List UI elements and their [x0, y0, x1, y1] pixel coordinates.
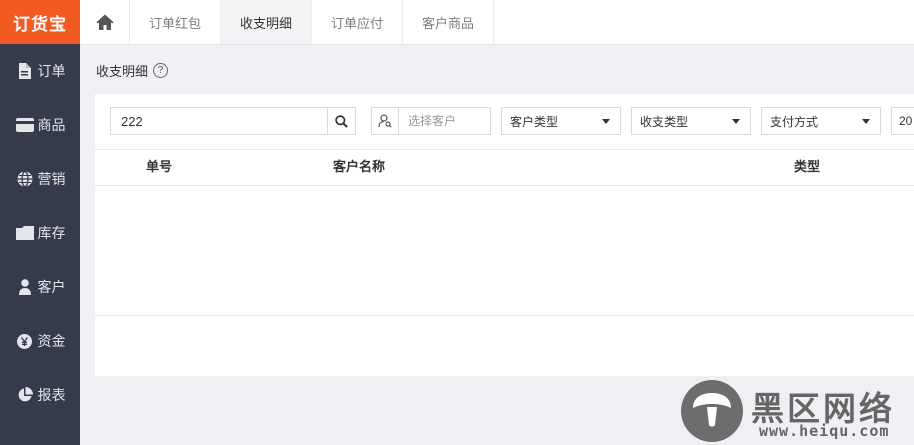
sidebar-item-products[interactable]: 商品: [0, 98, 80, 152]
globe-icon: [15, 171, 35, 187]
content-panel: 客户类型 收支类型 支付方式 20 单号 客户名称 类型: [95, 94, 914, 376]
tab-order-payable[interactable]: 订单应付: [312, 0, 403, 44]
search-icon: [335, 114, 348, 128]
sidebar: 订货宝 订单 商品 营销 库存 客户 资金 报表: [0, 0, 80, 445]
search-input[interactable]: [111, 108, 327, 134]
column-order-no: 单号: [146, 159, 173, 174]
logo[interactable]: 订货宝: [0, 0, 80, 44]
customer-type-select[interactable]: 客户类型: [501, 107, 621, 135]
sidebar-item-marketing[interactable]: 营销: [0, 152, 80, 206]
pay-method-select[interactable]: 支付方式: [761, 107, 881, 135]
sidebar-item-customers[interactable]: 客户: [0, 260, 80, 314]
customer-type-label: 客户类型: [510, 114, 559, 129]
column-customer-name: 客户名称: [333, 159, 386, 174]
search-button[interactable]: [327, 108, 355, 134]
search-box: [110, 107, 356, 135]
tab-bar: 订单红包 收支明细 订单应付 客户商品: [80, 0, 914, 45]
sidebar-item-label: 营销: [37, 171, 66, 187]
date-range-value: 20: [899, 114, 913, 128]
tab-customer-products[interactable]: 客户商品: [403, 0, 494, 44]
sidebar-item-label: 资金: [37, 333, 66, 349]
pay-method-label: 支付方式: [770, 114, 819, 129]
tab-order-redpacket[interactable]: 订单红包: [130, 0, 221, 44]
caret-down-icon: [732, 118, 740, 124]
customer-search-icon[interactable]: [372, 108, 399, 134]
watermark-logo: 黑区网络 www.heiqu.com: [681, 380, 914, 445]
customer-input[interactable]: [399, 108, 490, 134]
sidebar-item-inventory[interactable]: 库存: [0, 206, 80, 260]
sidebar-item-label: 报表: [37, 387, 66, 403]
tab-income-expense[interactable]: 收支明细: [221, 0, 312, 44]
sidebar-item-orders[interactable]: 订单: [0, 44, 80, 98]
home-icon: [96, 14, 113, 30]
table-divider: [95, 315, 914, 316]
sidebar-item-funds[interactable]: 资金: [0, 314, 80, 368]
sidebar-item-label: 客户: [37, 279, 66, 295]
watermark-url: www.heiqu.com: [759, 422, 890, 440]
column-type: 类型: [794, 159, 821, 174]
help-icon[interactable]: ?: [153, 63, 169, 78]
income-type-select[interactable]: 收支类型: [631, 107, 751, 135]
caret-down-icon: [862, 118, 870, 124]
date-range-input[interactable]: 20: [891, 107, 914, 135]
yen-icon: [15, 333, 35, 349]
income-type-label: 收支类型: [640, 114, 689, 129]
mushroom-icon: [681, 380, 743, 442]
sidebar-item-label: 订单: [37, 63, 66, 79]
caret-down-icon: [602, 118, 610, 124]
sidebar-item-reports[interactable]: 报表: [0, 368, 80, 422]
folder-icon: [15, 226, 35, 240]
table-header: 单号 客户名称 类型: [95, 149, 914, 186]
user-icon: [15, 279, 35, 295]
page-title: 收支明细: [96, 64, 149, 79]
customer-picker: [371, 107, 491, 135]
home-tab[interactable]: [80, 0, 130, 44]
sidebar-item-label: 库存: [37, 225, 66, 241]
pie-chart-icon: [15, 387, 35, 403]
sidebar-item-label: 商品: [37, 117, 66, 133]
document-icon: [15, 63, 35, 79]
breadcrumb: 收支明细 ?: [96, 61, 169, 80]
card-icon: [15, 118, 35, 132]
